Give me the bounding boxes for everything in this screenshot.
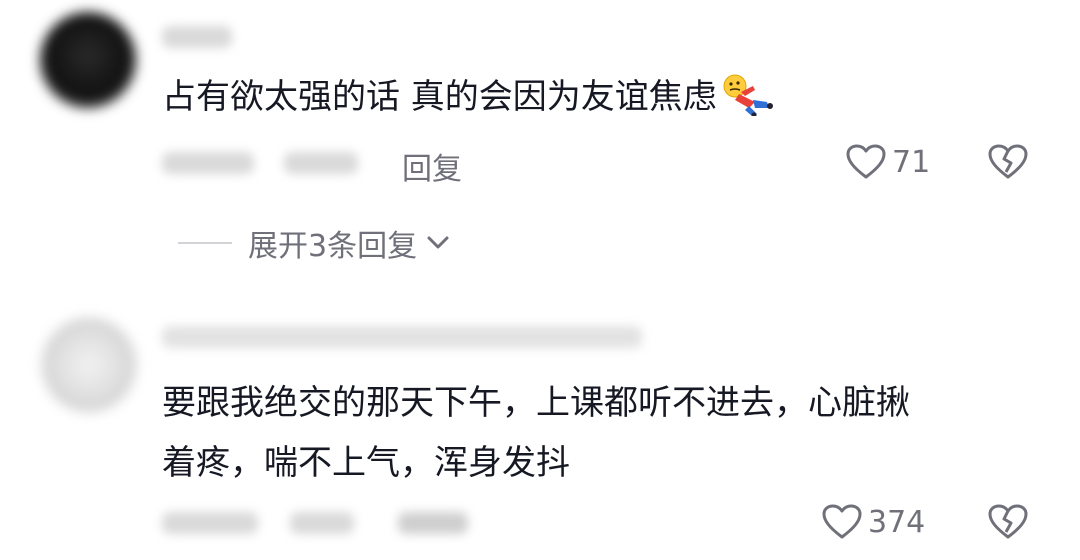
expand-divider	[178, 242, 232, 244]
broken-heart-icon	[988, 504, 1028, 540]
expand-replies-button[interactable]: 展开3条回复	[178, 221, 451, 265]
dislike-button[interactable]	[988, 144, 1028, 180]
comment-text-line-2: 着疼，喘不上气，浑身发抖	[162, 443, 570, 483]
heart-outline-icon	[846, 144, 886, 180]
dislike-button[interactable]	[988, 504, 1028, 540]
broken-heart-icon	[988, 144, 1028, 180]
like-button[interactable]: 374	[822, 504, 925, 540]
comment-list: 占有欲太强的话 真的会因为友谊焦虑 回复 71 展开3条回复 要跟我绝交的那天下…	[0, 0, 1080, 560]
comment-text-line-1: 要跟我绝交的那天下午，上课都听不进去，心脏揪	[162, 383, 910, 423]
like-button[interactable]: 71	[846, 144, 930, 180]
like-count: 374	[868, 504, 926, 540]
expand-replies-label: 展开3条回复	[248, 229, 418, 264]
timestamp-blurred	[162, 152, 254, 174]
location-blurred	[290, 512, 354, 534]
avatar[interactable]	[40, 12, 136, 108]
comment-text: 占有欲太强的话 真的会因为友谊焦虑	[162, 70, 775, 124]
chevron-down-icon	[425, 233, 451, 253]
reply-button[interactable]: 回复	[402, 144, 462, 188]
reply-button-blurred[interactable]	[398, 512, 468, 534]
heart-outline-icon	[822, 504, 862, 540]
like-count: 71	[892, 144, 931, 180]
username-blurred[interactable]	[162, 26, 232, 48]
timestamp-blurred	[162, 512, 258, 534]
location-blurred	[284, 152, 358, 174]
username-blurred[interactable]	[162, 326, 642, 348]
falling-person-emoji-icon	[719, 72, 775, 116]
avatar[interactable]	[42, 318, 136, 412]
